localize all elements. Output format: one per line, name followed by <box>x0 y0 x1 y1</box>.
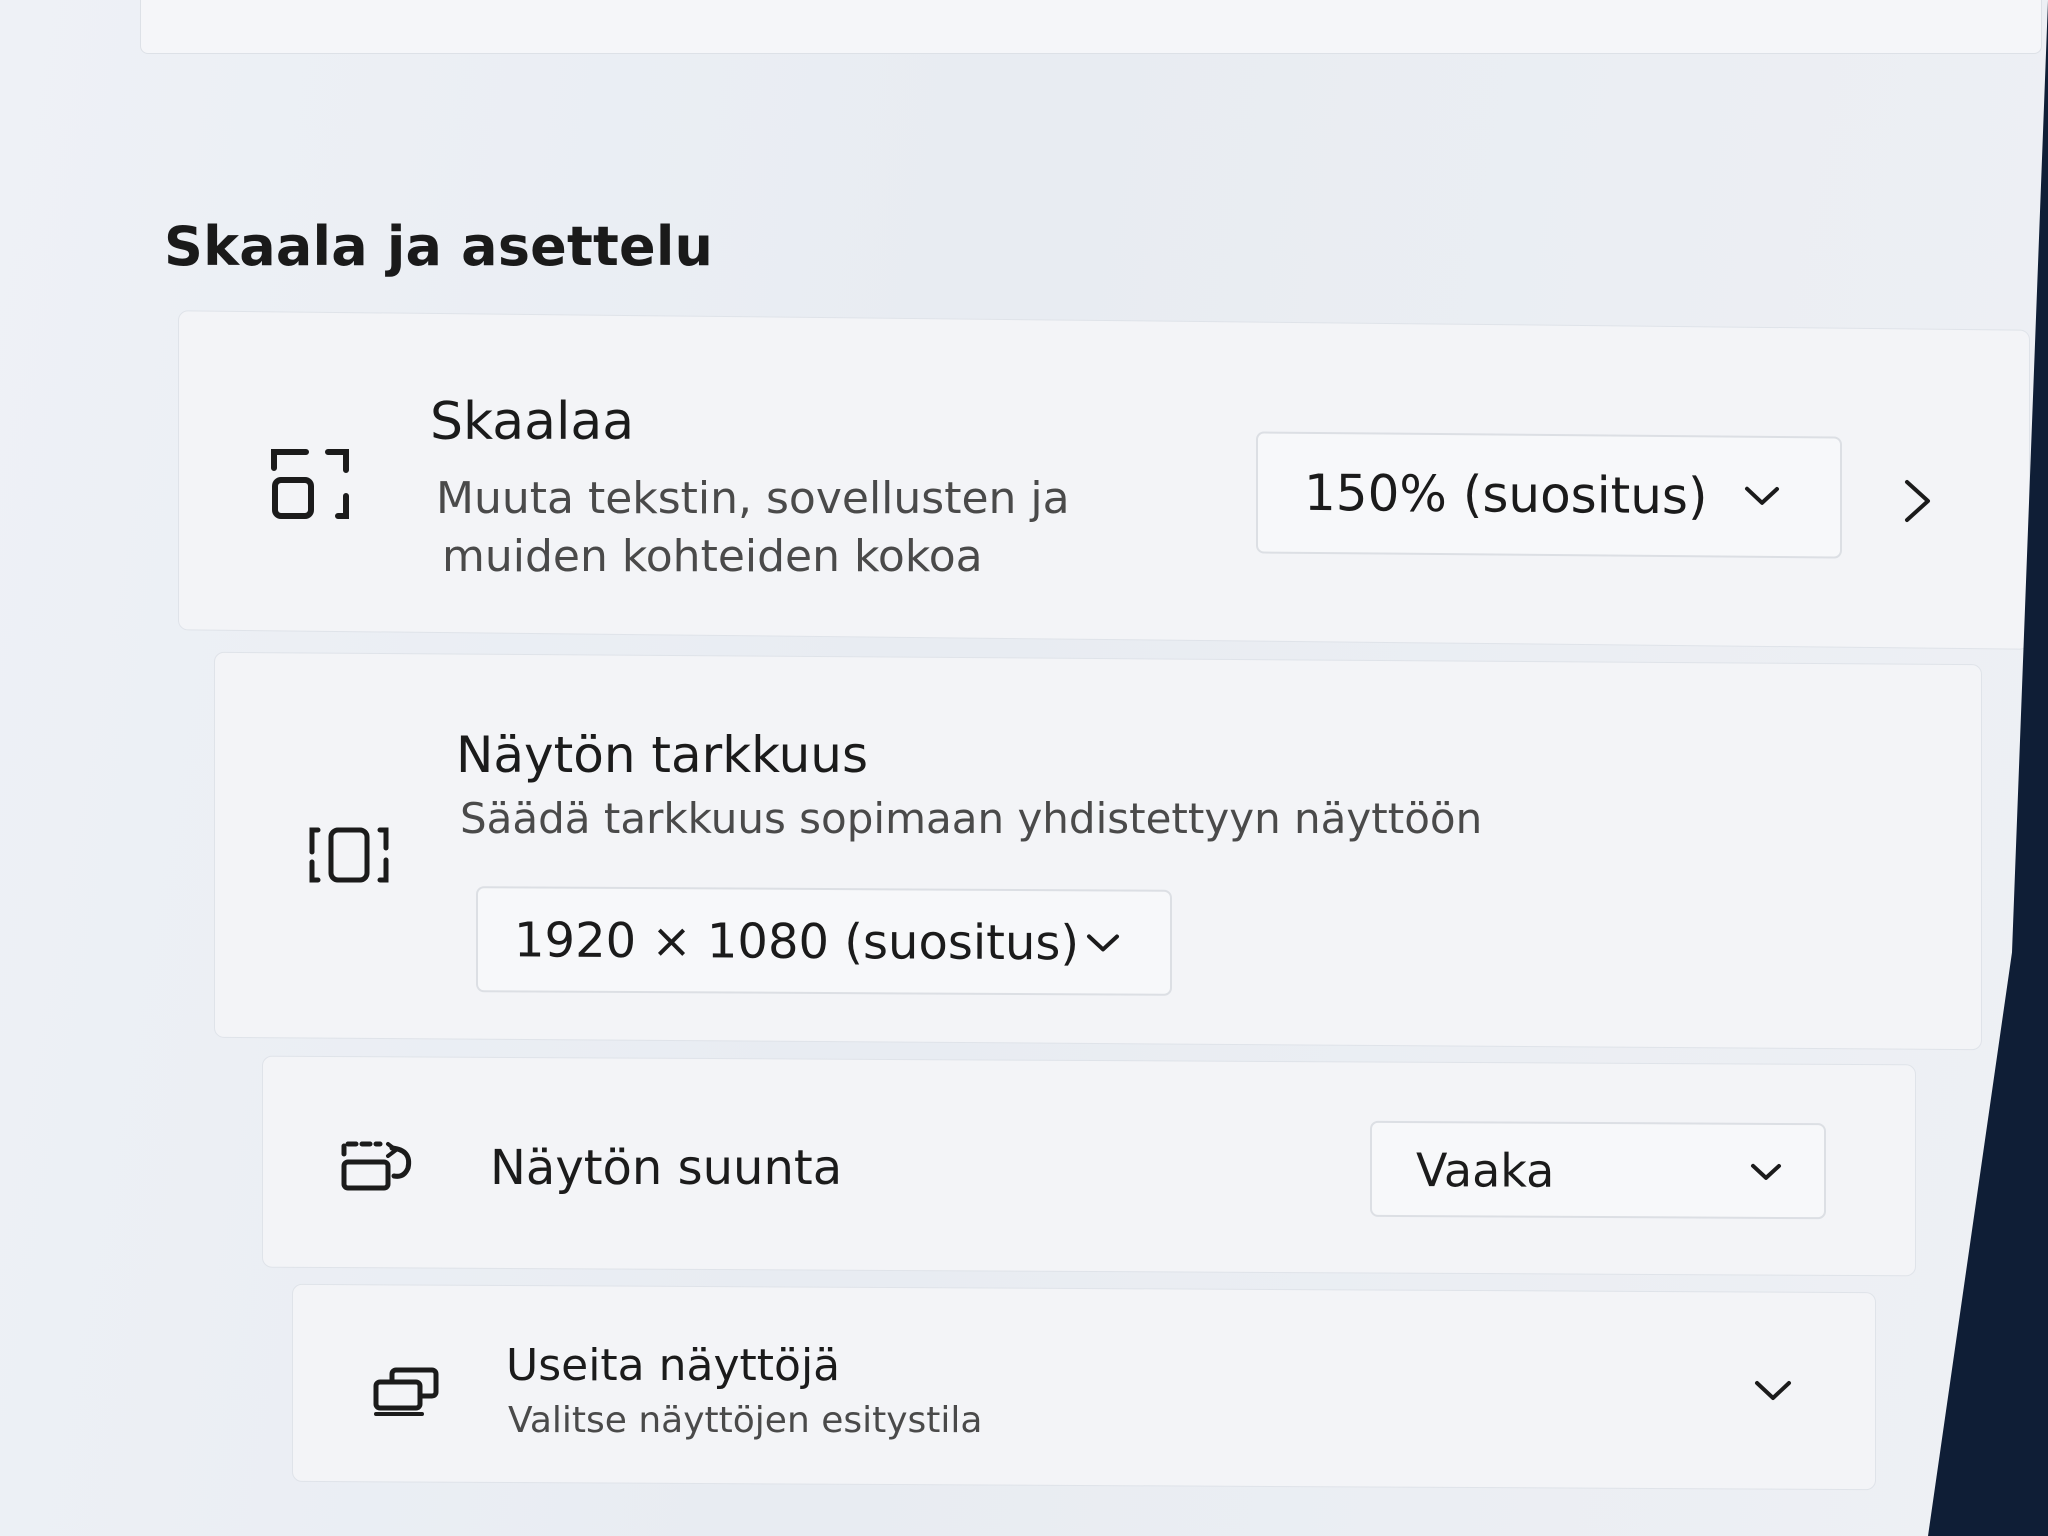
resolution-dropdown[interactable]: 1920 × 1080 (suositus) <box>476 886 1172 996</box>
settings-window: Skaala ja asettelu Skaalaa Muuta tekstin… <box>0 0 2048 1536</box>
resolution-dropdown-value: 1920 × 1080 (suositus) <box>514 912 1080 972</box>
scale-dropdown[interactable]: 150% (suositus) <box>1256 431 1842 559</box>
previous-settings-card <box>140 0 2042 54</box>
chevron-down-icon[interactable] <box>1754 1380 1792 1402</box>
multiple-displays-title: Useita näyttöjä <box>506 1340 841 1391</box>
chevron-down-icon <box>1745 486 1779 505</box>
scale-title: Skaalaa <box>430 392 635 452</box>
scale-description-line2: muiden kohteiden kokoa <box>442 531 983 582</box>
orientation-title: Näytön suunta <box>490 1140 843 1196</box>
chevron-down-icon <box>1751 1163 1781 1180</box>
resolution-description: Säädä tarkkuus sopimaan yhdistettyyn näy… <box>460 794 1483 843</box>
chevron-down-icon <box>1087 934 1119 952</box>
scale-description-line1: Muuta tekstin, sovellusten ja <box>436 473 1070 524</box>
section-title: Skaala ja asettelu <box>164 215 714 278</box>
multiple-displays-icon <box>373 1367 439 1416</box>
scale-icon <box>271 449 349 519</box>
orientation-dropdown-value: Vaaka <box>1416 1143 1555 1198</box>
resolution-title: Näytön tarkkuus <box>456 726 869 784</box>
scale-dropdown-value: 150% (suositus) <box>1304 463 1708 526</box>
chevron-right-icon[interactable] <box>1902 478 1934 524</box>
orientation-icon <box>341 1141 412 1191</box>
multiple-displays-description: Valitse näyttöjen esitystila <box>508 1400 983 1441</box>
orientation-dropdown[interactable]: Vaaka <box>1370 1120 1826 1220</box>
resolution-icon <box>309 827 389 883</box>
